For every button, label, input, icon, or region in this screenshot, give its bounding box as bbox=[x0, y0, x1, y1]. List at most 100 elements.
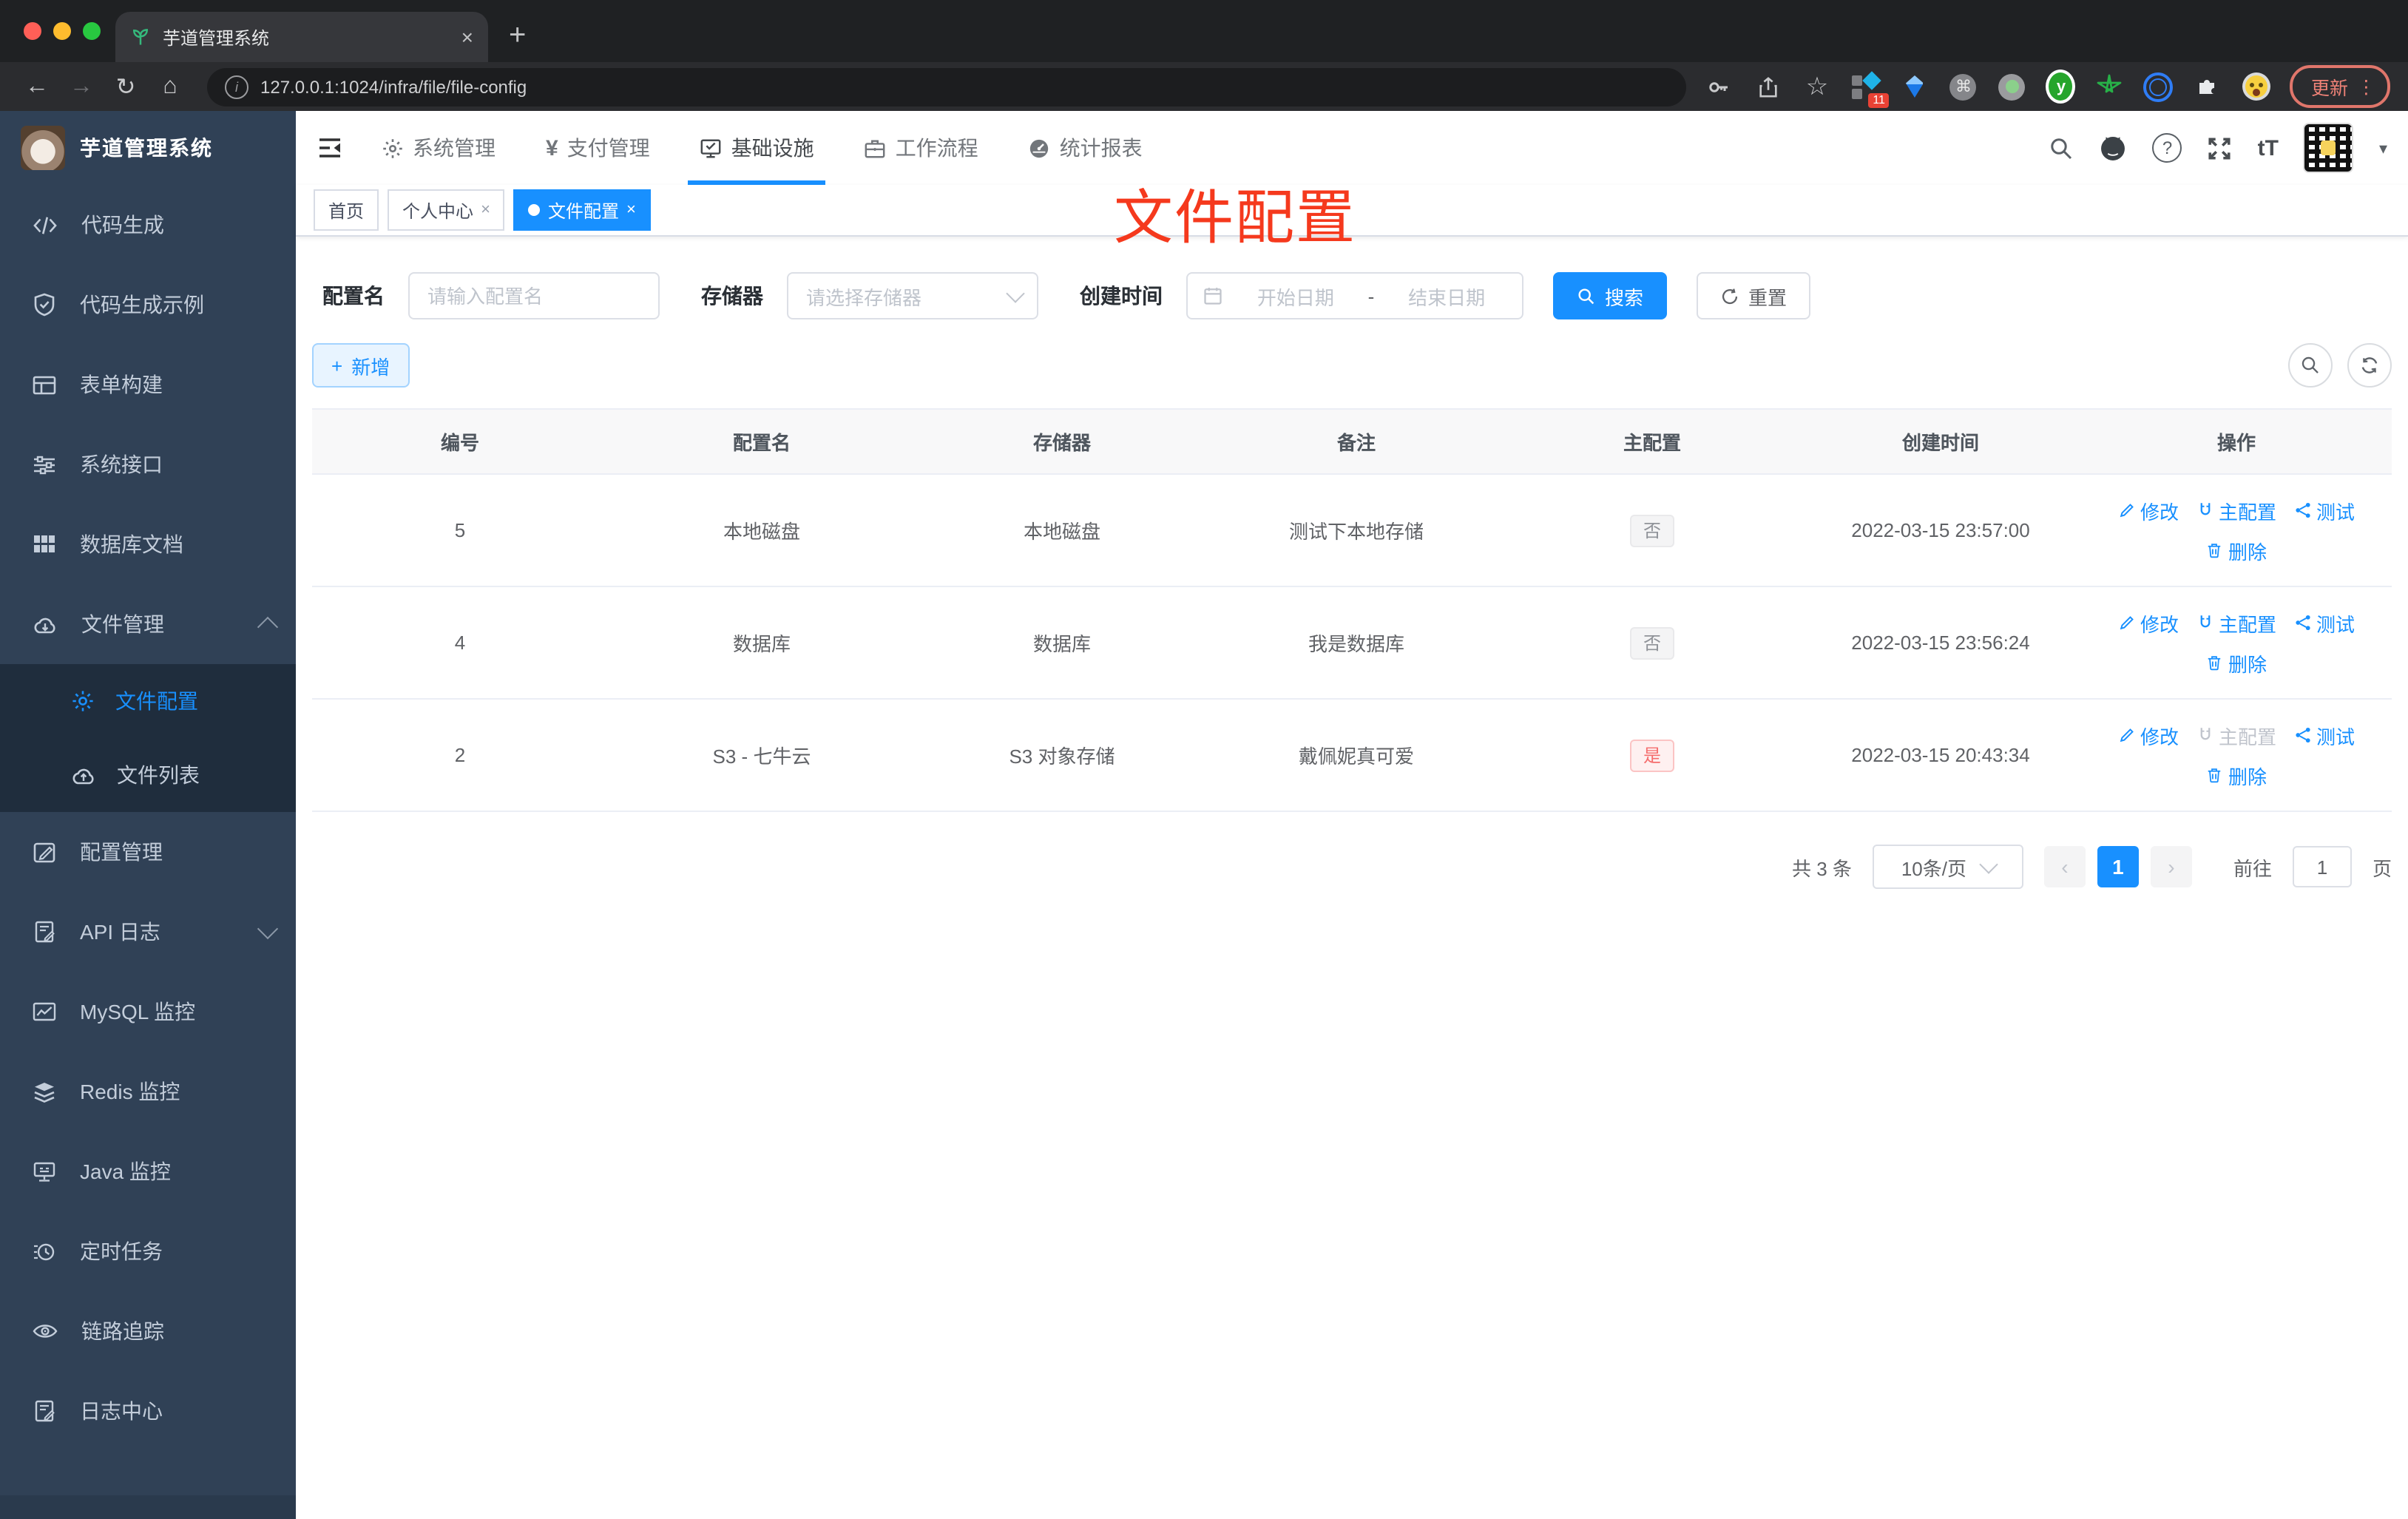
sidebar-item-file-config[interactable]: 文件配置 bbox=[0, 664, 296, 738]
sidebar-item-file-management[interactable]: 文件管理 bbox=[0, 584, 296, 664]
browser-update-button[interactable]: 更新 ⋮ bbox=[2290, 65, 2390, 108]
extension-dot-icon[interactable] bbox=[1998, 72, 2027, 101]
forward-button[interactable]: → bbox=[62, 67, 101, 106]
browser-menu-icon[interactable]: ⋮ bbox=[2357, 75, 2375, 98]
magnet-icon bbox=[2200, 503, 2211, 515]
tag-file-config[interactable]: 文件配置 × bbox=[513, 189, 651, 231]
nav-item-payment[interactable]: ¥ 支付管理 bbox=[546, 111, 650, 185]
sidebar-item-file-list[interactable]: 文件列表 bbox=[0, 738, 296, 812]
refresh-table-button[interactable] bbox=[2347, 343, 2392, 388]
test-button[interactable]: 测试 bbox=[2294, 609, 2355, 637]
edit-button[interactable]: 修改 bbox=[2118, 721, 2179, 749]
window-controls[interactable] bbox=[24, 22, 101, 40]
share-icon[interactable] bbox=[1753, 72, 1783, 101]
reload-button[interactable]: ↻ bbox=[106, 67, 145, 106]
goto-page-input[interactable] bbox=[2292, 846, 2352, 887]
sidebar-item-system-api[interactable]: 系统接口 bbox=[0, 424, 296, 504]
nav-item-system[interactable]: 系统管理 bbox=[382, 111, 496, 185]
avatar[interactable] bbox=[2303, 123, 2354, 173]
collapse-sidebar-button[interactable] bbox=[317, 135, 343, 161]
sidebar-item-form-builder[interactable]: 表单构建 bbox=[0, 345, 296, 424]
test-button[interactable]: 测试 bbox=[2294, 721, 2355, 749]
sidebar-item-java-monitor[interactable]: Java 监控 bbox=[0, 1131, 296, 1211]
extension-tabs-icon[interactable]: 11 bbox=[1851, 70, 1890, 107]
col-header-name: 配置名 bbox=[608, 408, 916, 475]
help-icon[interactable]: ? bbox=[2152, 133, 2182, 163]
share-icon bbox=[2296, 727, 2310, 743]
storage-select[interactable]: 请选择存储器 bbox=[787, 272, 1038, 319]
minimize-window-button[interactable] bbox=[53, 22, 71, 40]
show-search-button[interactable] bbox=[2288, 343, 2333, 388]
edit-button[interactable]: 修改 bbox=[2118, 609, 2179, 637]
extension-emoji-icon[interactable] bbox=[2242, 72, 2271, 101]
extension-command-icon[interactable]: ⌘ bbox=[1949, 72, 1978, 101]
extension-swirl-icon[interactable] bbox=[2143, 72, 2174, 101]
form-icon bbox=[33, 375, 56, 394]
close-window-button[interactable] bbox=[24, 22, 41, 40]
sidebar-item-code-gen-demo[interactable]: 代码生成示例 bbox=[0, 265, 296, 345]
tab-close-icon[interactable]: × bbox=[461, 25, 473, 49]
tag-profile[interactable]: 个人中心 × bbox=[388, 189, 505, 231]
search-icon[interactable] bbox=[2049, 135, 2074, 160]
chevron-down-icon bbox=[1006, 284, 1025, 303]
sidebar: 芋道管理系统 代码生成 代码生成示例 表单构建 系统接口 数据库文档 文件管理 … bbox=[0, 111, 296, 1519]
password-key-icon[interactable] bbox=[1705, 72, 1734, 101]
browser-tab[interactable]: 芋道管理系统 × bbox=[115, 12, 488, 62]
extension-star-icon[interactable] bbox=[2095, 72, 2125, 101]
add-button[interactable]: + 新增 bbox=[312, 343, 410, 388]
date-range-picker[interactable]: 开始日期 - 结束日期 bbox=[1186, 272, 1523, 319]
delete-button[interactable]: 删除 bbox=[2206, 536, 2267, 564]
fullscreen-icon[interactable] bbox=[2208, 135, 2233, 160]
chevron-down-icon bbox=[257, 918, 279, 940]
new-tab-button[interactable]: + bbox=[509, 19, 526, 53]
font-size-icon[interactable]: tT bbox=[2258, 135, 2279, 160]
sidebar-item-scheduled-tasks[interactable]: 定时任务 bbox=[0, 1211, 296, 1291]
app-title: 芋道管理系统 bbox=[80, 136, 213, 160]
search-button[interactable]: 搜索 bbox=[1553, 272, 1668, 319]
page-size-select[interactable]: 10条/页 bbox=[1872, 845, 2023, 889]
browser-tab-bar: 芋道管理系统 × + bbox=[0, 0, 2408, 62]
back-button[interactable]: ← bbox=[18, 67, 56, 106]
sidebar-item-config-management[interactable]: 配置管理 bbox=[0, 812, 296, 892]
extension-y-icon[interactable]: y bbox=[2046, 70, 2076, 104]
sidebar-item-db-doc[interactable]: 数据库文档 bbox=[0, 504, 296, 584]
edit-button[interactable]: 修改 bbox=[2118, 496, 2179, 524]
sidebar-item-tracing[interactable]: 链路追踪 bbox=[0, 1291, 296, 1371]
tag-close-icon[interactable]: × bbox=[626, 201, 636, 219]
config-name-input[interactable] bbox=[408, 272, 660, 319]
nav-item-infrastructure[interactable]: 基础设施 bbox=[688, 111, 826, 185]
tag-close-icon[interactable]: × bbox=[481, 201, 490, 219]
address-bar[interactable]: i 127.0.0.1:1024/infra/file/file-config bbox=[207, 67, 1687, 106]
avatar-caret-icon[interactable]: ▾ bbox=[2379, 138, 2387, 158]
home-button[interactable]: ⌂ bbox=[151, 67, 189, 106]
sidebar-item-mysql-monitor[interactable]: MySQL 监控 bbox=[0, 972, 296, 1052]
site-info-icon[interactable]: i bbox=[225, 75, 248, 98]
bookmark-star-icon[interactable]: ☆ bbox=[1802, 72, 1832, 101]
sidebar-item-api-log[interactable]: API 日志 bbox=[0, 892, 296, 972]
reset-button[interactable]: 重置 bbox=[1697, 272, 1811, 319]
extension-gem-icon[interactable] bbox=[1900, 72, 1930, 101]
github-icon[interactable] bbox=[2100, 134, 2128, 162]
delete-button[interactable]: 删除 bbox=[2206, 649, 2267, 677]
master-config-button[interactable]: 主配置 bbox=[2196, 496, 2276, 524]
prev-page-button[interactable]: ‹ bbox=[2043, 846, 2086, 887]
nav-item-workflow[interactable]: 工作流程 bbox=[865, 111, 978, 185]
page-number-button[interactable]: 1 bbox=[2097, 846, 2139, 887]
app-logo[interactable]: 芋道管理系统 bbox=[0, 111, 296, 185]
sidebar-item-code-gen[interactable]: 代码生成 bbox=[0, 185, 296, 265]
log-edit-icon bbox=[35, 921, 55, 943]
maximize-window-button[interactable] bbox=[83, 22, 101, 40]
primary-tag: 是 bbox=[1630, 739, 1674, 771]
extension-puzzle-icon[interactable] bbox=[2193, 72, 2222, 101]
sidebar-item-log-center[interactable]: 日志中心 bbox=[0, 1371, 296, 1451]
sidebar-item-redis-monitor[interactable]: Redis 监控 bbox=[0, 1052, 296, 1131]
sliders-icon bbox=[34, 455, 55, 474]
pagination: 共 3 条 10条/页 ‹ 1 › 前往 页 bbox=[312, 845, 2392, 889]
tag-home[interactable]: 首页 bbox=[314, 189, 379, 231]
delete-button[interactable]: 删除 bbox=[2206, 761, 2267, 789]
test-button[interactable]: 测试 bbox=[2294, 496, 2355, 524]
next-page-button[interactable]: › bbox=[2150, 846, 2192, 887]
filter-form: 配置名 存储器 请选择存储器 创建时间 开始日期 - 结束日期 bbox=[312, 272, 2392, 319]
master-config-button[interactable]: 主配置 bbox=[2196, 609, 2276, 637]
top-nav: 系统管理 ¥ 支付管理 基础设施 工作流程 统计报表 bbox=[382, 111, 1143, 185]
